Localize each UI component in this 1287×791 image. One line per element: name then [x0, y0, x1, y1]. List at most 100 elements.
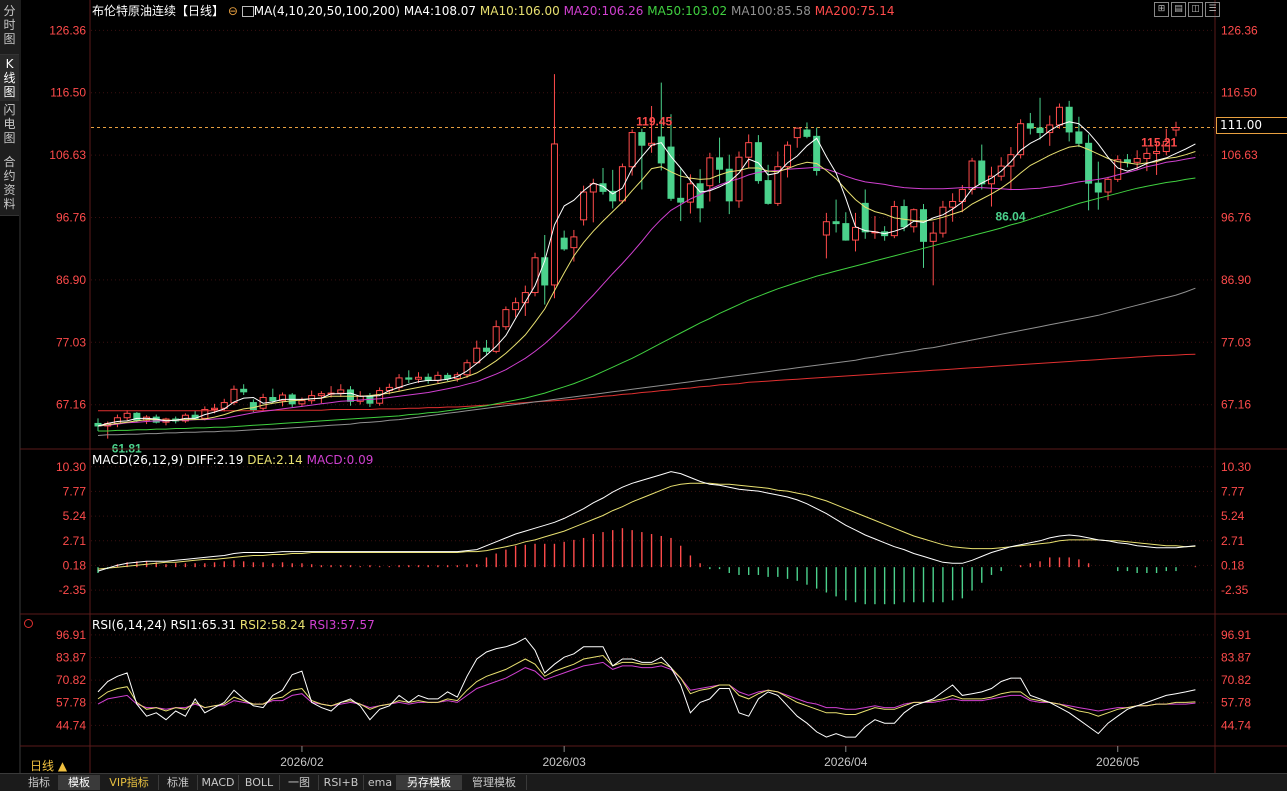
candle-body [550, 143, 558, 286]
macd-panel [91, 466, 1214, 605]
y-tick-label-right: -2.35 [1221, 583, 1249, 597]
candle-body [376, 390, 384, 404]
tab-ema[interactable]: ema [364, 775, 397, 790]
y-tick-label-left: 0.18 [63, 558, 87, 572]
candle-body [842, 223, 850, 241]
candle-body [949, 200, 957, 208]
candle-body [512, 302, 520, 311]
y-tick-label-right: 96.91 [1221, 628, 1251, 642]
candle-body [414, 376, 422, 380]
macd-dea-value: DEA:2.14 [247, 453, 303, 467]
tab-save-template[interactable]: 另存模板 [397, 775, 462, 790]
ma-chart-icon[interactable] [241, 6, 254, 17]
candle-body [473, 347, 481, 364]
candle-body [1036, 127, 1044, 134]
tab-vip-indicator[interactable]: VIP指标 [100, 775, 159, 790]
ma100-line [97, 287, 1196, 436]
candle-body [269, 397, 277, 402]
y-tick-label-right: 10.30 [1221, 460, 1251, 474]
candle-body [1046, 124, 1054, 134]
candle-body [317, 393, 325, 397]
price-annotation: 115.21 [1141, 135, 1177, 149]
macd-value: MACD:0.09 [306, 453, 374, 467]
y-tick-label-right: 67.16 [1221, 398, 1251, 412]
split-view-icon[interactable]: ◫ [1188, 2, 1203, 17]
x-tick-label: 2026/04 [824, 755, 868, 769]
candle-body [1143, 152, 1151, 159]
layout-icon[interactable]: ▤ [1171, 2, 1186, 17]
tab-boll[interactable]: BOLL [239, 775, 280, 790]
candle-body [1114, 159, 1122, 180]
candle-body [978, 160, 986, 185]
rsi-panel [91, 634, 1214, 738]
x-tick-label: 2026/02 [280, 755, 324, 769]
rsi3-value: RSI3:57.57 [309, 618, 375, 632]
y-tick-label-right: 44.74 [1221, 718, 1251, 732]
candle-body [1065, 106, 1073, 133]
y-tick-label-right: 116.50 [1221, 86, 1257, 100]
candle-body [929, 232, 937, 242]
candle-body [337, 389, 345, 394]
y-tick-label-left: 5.24 [63, 509, 87, 523]
candle-body [716, 157, 724, 170]
macd-diff-value: DIFF:2.19 [186, 453, 244, 467]
y-tick-label-left: -2.35 [59, 583, 87, 597]
y-tick-label-right: 0.18 [1221, 558, 1245, 572]
candle-body [346, 389, 355, 402]
x-tick-label: 2026/03 [542, 755, 586, 769]
ma10-value: MA10:106.00 [479, 4, 560, 18]
y-tick-label-left: 126.36 [49, 23, 86, 37]
candle-body [482, 347, 490, 352]
ma200-value: MA200:75.14 [814, 4, 895, 18]
ma100-value: MA100:85.58 [730, 4, 811, 18]
candle-body [725, 168, 733, 202]
ma10-line [97, 145, 1196, 427]
candle-body [1007, 154, 1015, 167]
current-price-label: 111.00 [1216, 117, 1287, 134]
grid-view-icon[interactable]: ⊞ [1154, 2, 1169, 17]
ma50-line [98, 177, 1196, 432]
chart-canvas[interactable]: 119.45115.2186.0461.81 126.36 126.36116.5… [0, 0, 1287, 790]
y-tick-label-left: 70.82 [56, 673, 86, 687]
y-tick-label-right: 126.36 [1221, 23, 1258, 37]
settings-icon[interactable]: ⊖ [228, 4, 238, 18]
candle-body [793, 127, 801, 139]
bottom-toolbar: 指标 模板 VIP指标 标准 MACD BOLL 一图 RSI+B ema 另存… [0, 773, 1287, 791]
y-tick-label-right: 106.63 [1221, 148, 1258, 162]
y-tick-label-right: 83.87 [1221, 650, 1251, 664]
y-tick-label-left: 57.78 [56, 696, 86, 710]
y-tick-label-right: 5.24 [1221, 509, 1245, 523]
tab-indicator[interactable]: 指标 [20, 775, 59, 790]
candle-body [987, 175, 995, 185]
candle-body [832, 221, 840, 225]
candle-body [395, 377, 403, 388]
tab-one-chart[interactable]: 一图 [280, 775, 319, 790]
y-tick-label-left: 10.30 [56, 460, 86, 474]
macd-params: MACD(26,12,9) [92, 453, 184, 467]
candle-body [502, 309, 510, 328]
candle-body [113, 417, 121, 424]
candle-body [822, 221, 830, 236]
candle-body [1172, 127, 1180, 131]
tab-template[interactable]: 模板 [59, 775, 100, 790]
tab-standard[interactable]: 标准 [159, 775, 198, 790]
tab-macd[interactable]: MACD [198, 775, 239, 790]
tab-rsi-b[interactable]: RSI+B [319, 775, 364, 790]
y-tick-label-right: 96.76 [1221, 211, 1251, 225]
y-tick-label-left: 106.63 [49, 148, 86, 162]
candle-body [570, 236, 578, 249]
macd-header: MACD(26,12,9) DIFF:2.19 DEA:2.14 MACD:0.… [92, 453, 373, 467]
y-tick-label-right: 70.82 [1221, 673, 1251, 687]
instrument-title: 布伦特原油连续【日线】 [92, 4, 225, 18]
list-view-icon[interactable]: ☰ [1205, 2, 1220, 17]
candle-body [580, 191, 588, 221]
period-selector[interactable]: 日线 ▲ [30, 757, 67, 774]
candle-body [1075, 131, 1083, 144]
main-header: 布伦特原油连续【日线】 ⊖ MA(4,10,20,50,100,200) MA4… [92, 2, 895, 19]
candle-body [1026, 123, 1034, 129]
rsi-settings-icon[interactable] [24, 619, 33, 628]
rsi-params: RSI(6,14,24) [92, 618, 167, 632]
candle-body [240, 388, 248, 393]
candle-body [531, 257, 539, 294]
tab-manage-template[interactable]: 管理模板 [462, 775, 527, 790]
